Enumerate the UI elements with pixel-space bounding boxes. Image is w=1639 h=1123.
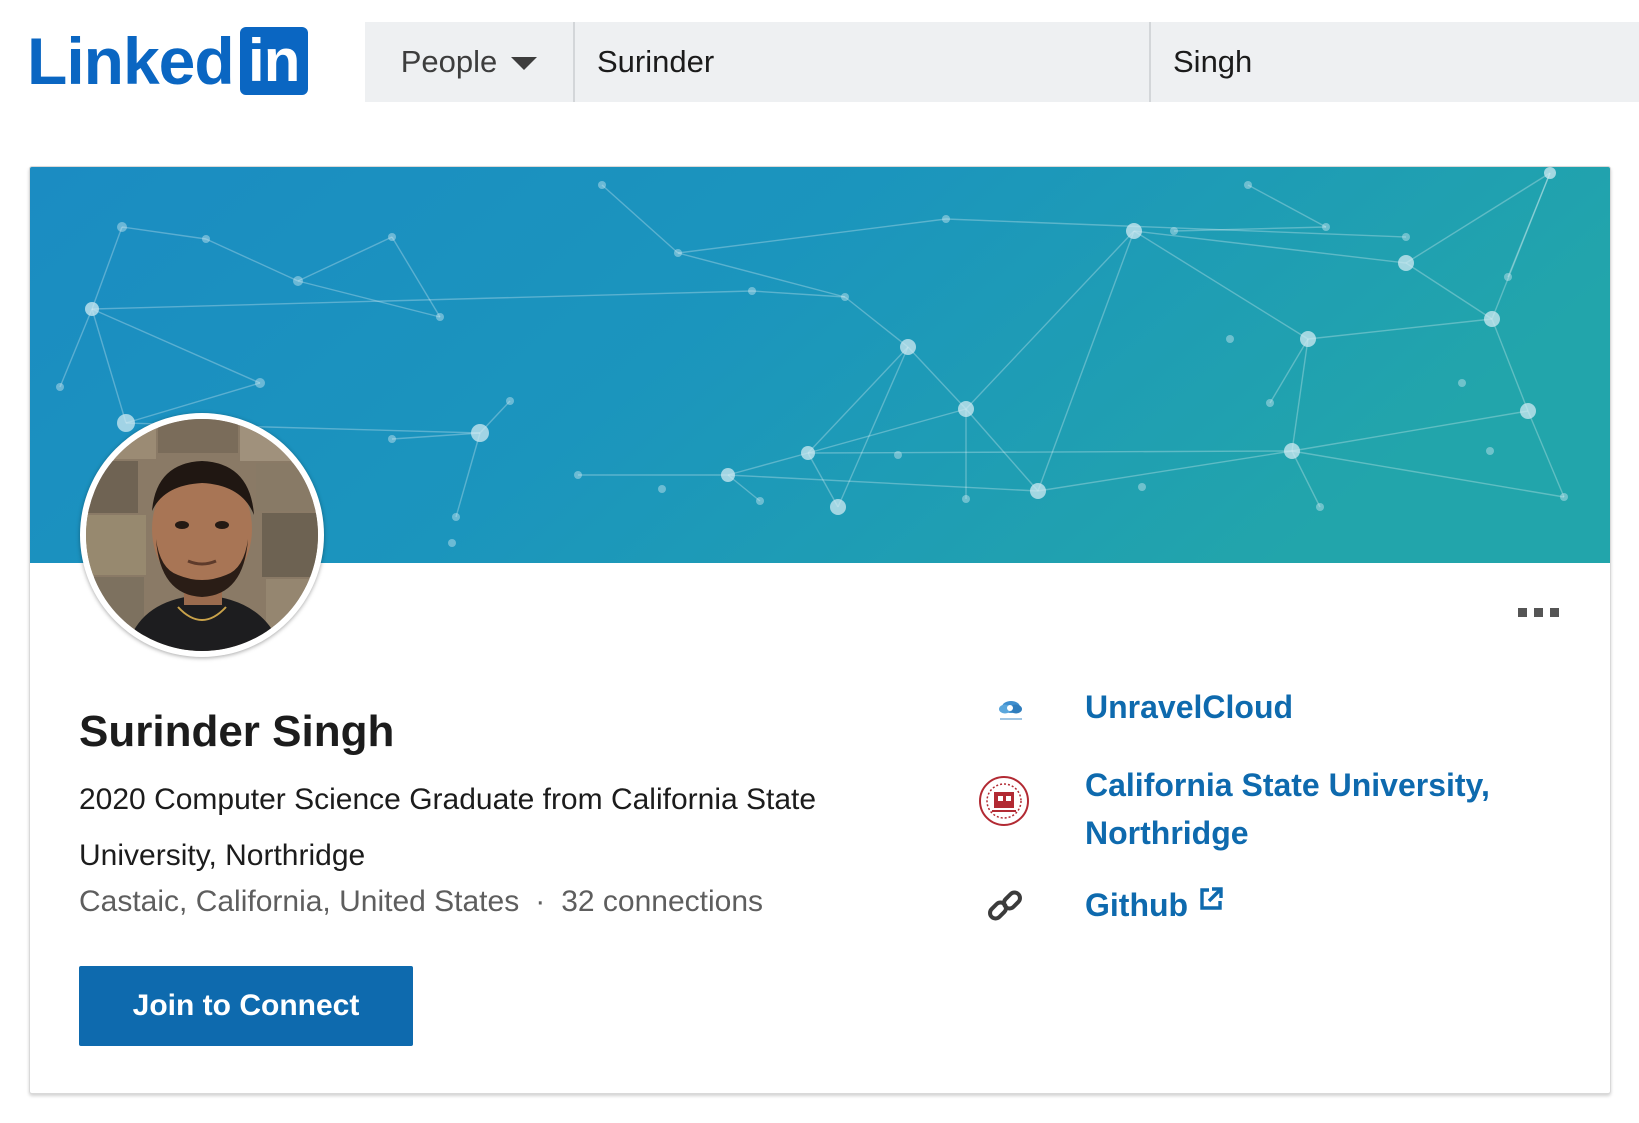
github-link-text: Github bbox=[1085, 887, 1189, 923]
more-dot bbox=[1517, 607, 1527, 617]
banner-network-node bbox=[1244, 181, 1252, 189]
more-options-button[interactable] bbox=[1508, 597, 1568, 627]
banner-network-node bbox=[748, 287, 756, 295]
logo-wordmark: Linked bbox=[27, 24, 235, 98]
banner-network-node bbox=[1316, 503, 1324, 511]
search-type-dropdown[interactable]: People bbox=[365, 22, 575, 102]
banner-network-node bbox=[1300, 331, 1316, 347]
banner-network-node bbox=[1284, 443, 1300, 459]
linkedin-logo[interactable]: Linked in bbox=[27, 26, 308, 96]
link-icon bbox=[988, 890, 1022, 921]
banner-network-node bbox=[1398, 255, 1414, 271]
banner-network-node bbox=[1544, 167, 1556, 179]
banner-network-node bbox=[202, 235, 210, 243]
banner-network-node bbox=[452, 513, 460, 521]
banner-network-node bbox=[117, 222, 127, 232]
banner-network-node bbox=[1226, 335, 1234, 343]
banner-network-node bbox=[1520, 403, 1536, 419]
banner-network-node bbox=[436, 313, 444, 321]
banner-network-node bbox=[1486, 447, 1494, 455]
banner-network-node bbox=[255, 378, 265, 388]
banner-network-node bbox=[942, 215, 950, 223]
banner-network-node bbox=[56, 383, 64, 391]
banner-network-node bbox=[1484, 311, 1500, 327]
banner-network-node bbox=[293, 276, 303, 286]
meta-separator: · bbox=[535, 885, 546, 918]
banner-network-node bbox=[721, 468, 735, 482]
banner-network-node bbox=[448, 539, 456, 547]
banner-network-node bbox=[830, 499, 846, 515]
banner-network-node bbox=[85, 302, 99, 316]
banner-network-node bbox=[1030, 483, 1046, 499]
first-name-input[interactable] bbox=[575, 22, 1151, 102]
banner-network-node bbox=[958, 401, 974, 417]
banner-network-node bbox=[674, 249, 682, 257]
school-link[interactable]: California State University, Northridge bbox=[1085, 761, 1505, 857]
company-link[interactable]: UnravelCloud bbox=[1085, 683, 1293, 731]
profile-name: Surinder Singh bbox=[79, 707, 395, 756]
more-dot bbox=[1533, 607, 1543, 617]
school-link-text: California State University, Northridge bbox=[1085, 767, 1490, 851]
banner-network-node bbox=[1402, 233, 1410, 241]
top-bar: Linked in People bbox=[0, 0, 1639, 130]
unravelcloud-logo-icon bbox=[999, 701, 1022, 720]
last-name-input[interactable] bbox=[1151, 22, 1639, 102]
profile-location: Castaic, California, United States bbox=[79, 885, 520, 918]
more-dot bbox=[1549, 607, 1559, 617]
banner-network-node bbox=[841, 293, 849, 301]
join-to-connect-button[interactable]: Join to Connect bbox=[79, 966, 413, 1046]
banner-network-node bbox=[900, 339, 916, 355]
banner-network-node bbox=[894, 451, 902, 459]
external-link-icon bbox=[1200, 887, 1223, 910]
search-type-label: People bbox=[400, 44, 498, 79]
banner-network-node bbox=[1322, 223, 1330, 231]
banner-network-node bbox=[506, 397, 514, 405]
csun-seal-icon bbox=[979, 776, 1029, 826]
banner-network-node bbox=[962, 495, 970, 503]
banner-network-node bbox=[801, 446, 815, 460]
banner-network-node bbox=[1504, 273, 1512, 281]
profile-card: Surinder Singh 2020 Computer Science Gra… bbox=[29, 166, 1611, 1094]
banner-network-node bbox=[1560, 493, 1568, 501]
banner-network-node bbox=[471, 424, 489, 442]
github-link[interactable]: Github bbox=[1085, 881, 1224, 929]
caret-down-icon bbox=[511, 56, 538, 70]
banner-network-node bbox=[388, 233, 396, 241]
banner-network-node bbox=[756, 497, 764, 505]
banner-network-node bbox=[1170, 227, 1178, 235]
banner-network-node bbox=[388, 435, 396, 443]
connections-count: 32 connections bbox=[561, 885, 764, 918]
profile-meta: Castaic, California, United States · 32 co… bbox=[79, 882, 763, 922]
profile-headline: 2020 Computer Science Graduate from Cali… bbox=[79, 783, 817, 872]
people-search-bar: People bbox=[365, 22, 1639, 102]
banner-network-node bbox=[1266, 399, 1274, 407]
banner-network-node bbox=[1458, 379, 1466, 387]
banner-network-node bbox=[574, 471, 582, 479]
banner-network-node bbox=[1126, 223, 1142, 239]
banner-network-node bbox=[598, 181, 606, 189]
banner-network-node bbox=[658, 485, 666, 493]
banner-network-node bbox=[1138, 483, 1146, 491]
profile-photo bbox=[80, 413, 324, 657]
logo-in-box: in bbox=[239, 27, 308, 95]
